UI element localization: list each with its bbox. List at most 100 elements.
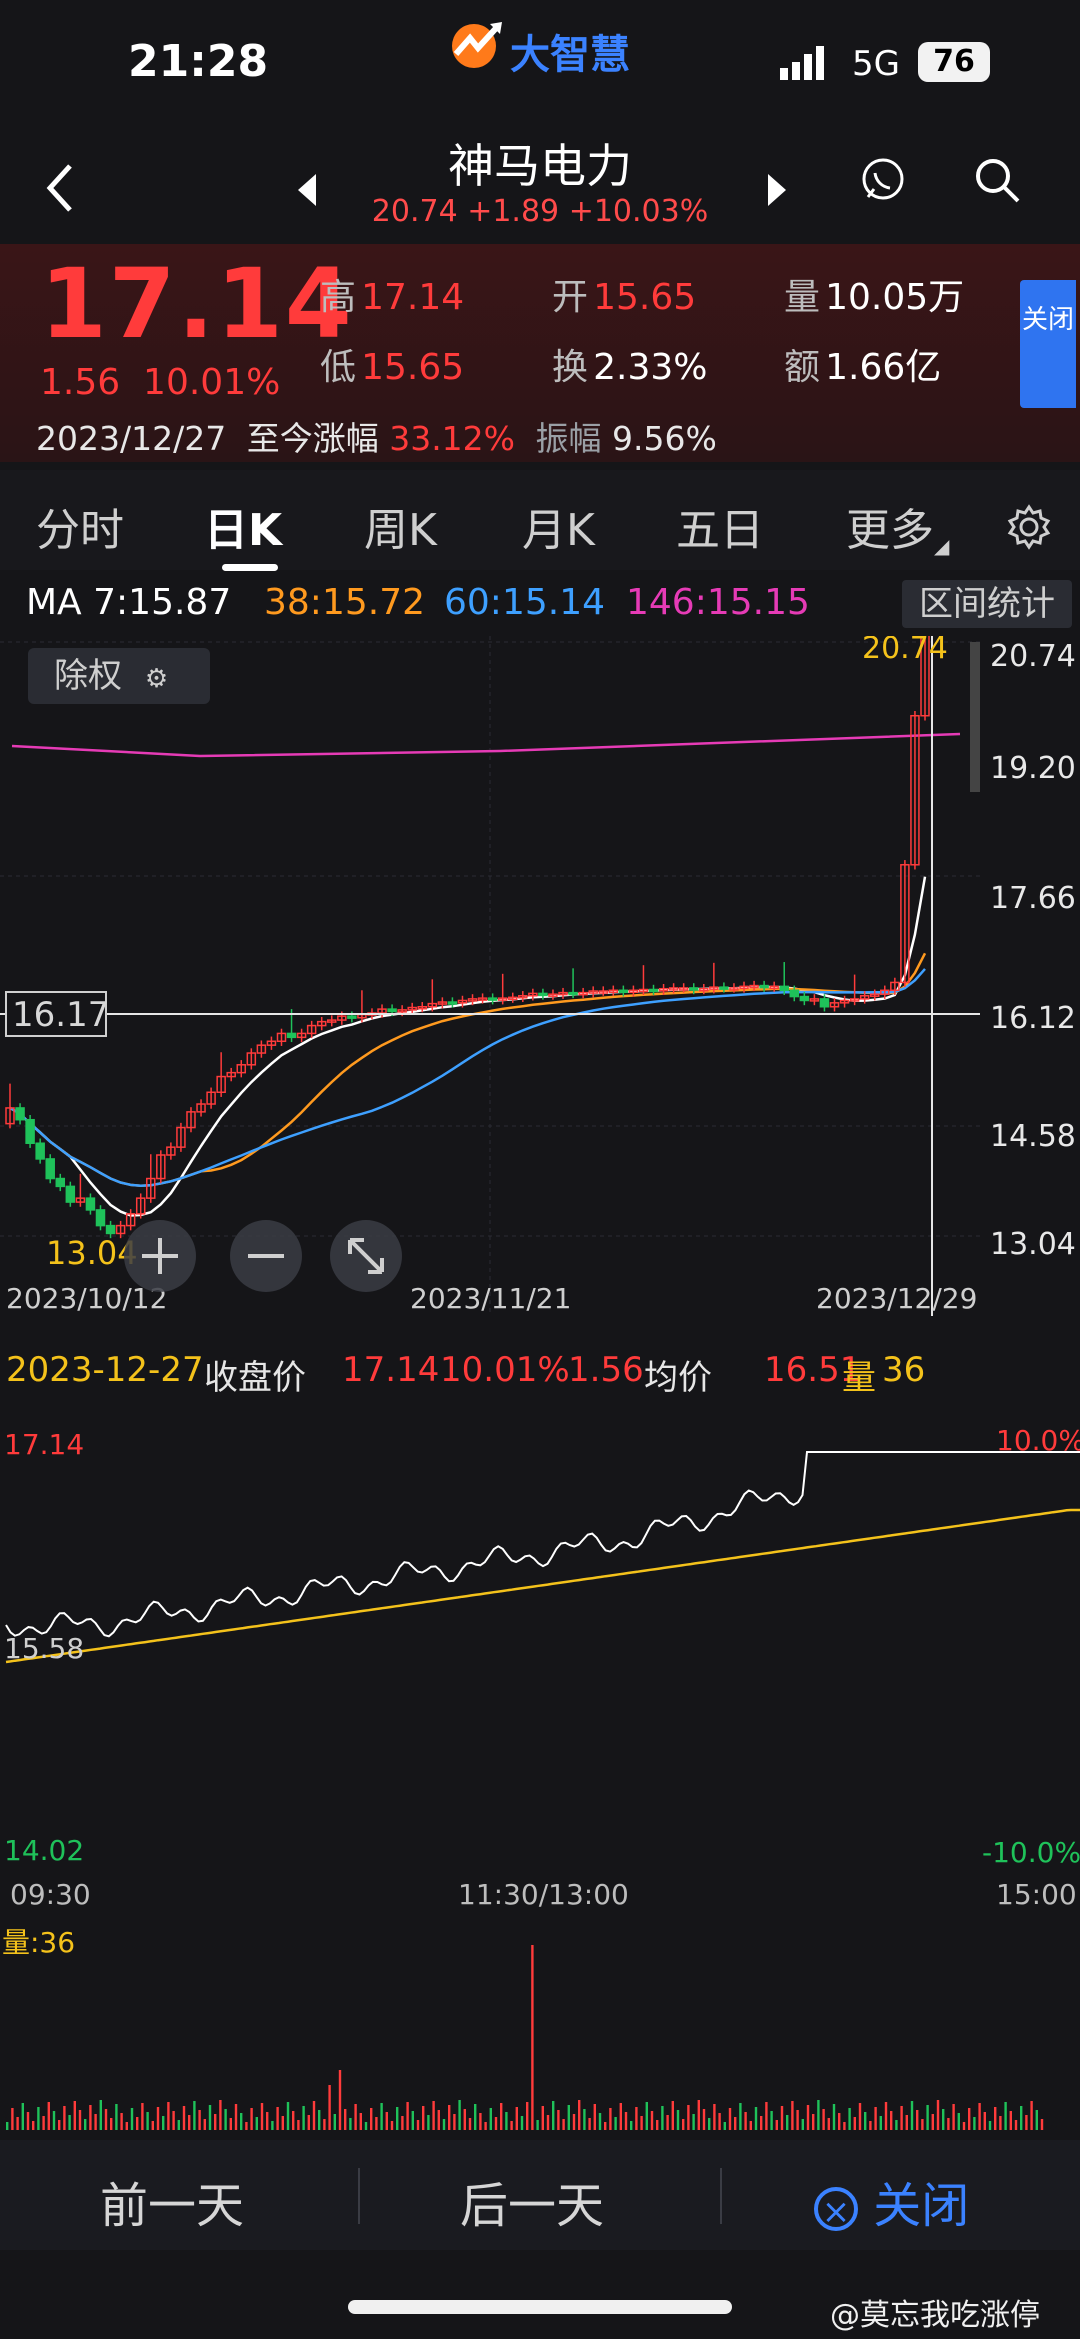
volume-bar <box>307 2115 310 2130</box>
volume-bar <box>437 2110 440 2130</box>
chg-value: 1.56 <box>568 1350 644 1390</box>
ma38-value: 38:15.72 <box>264 582 425 623</box>
candle-body <box>15 1107 25 1121</box>
volume-bar <box>84 2119 87 2130</box>
tab-more[interactable]: 更多◢ <box>846 494 949 558</box>
volume-bar <box>905 2115 908 2130</box>
tab-weekly-k[interactable]: 周K <box>364 494 437 558</box>
quote-panel: 17.14 1.56 10.01% 2023/12/27 至今涨幅 33.12%… <box>0 244 1080 462</box>
last-price: 17.14 <box>40 248 354 360</box>
amount-label: 额 <box>784 347 821 388</box>
amplitude-label: 振幅 <box>535 419 602 458</box>
candle-body <box>105 1224 116 1235</box>
tab-daily-k[interactable]: 日K <box>204 494 282 558</box>
volume-bar <box>468 2118 472 2130</box>
volume-bar <box>21 2103 24 2130</box>
quote-date-row: 2023/12/27 至今涨幅 33.12% 振幅 9.56% <box>36 412 717 460</box>
volume-bar <box>411 2111 414 2130</box>
close-label: 关闭 <box>873 2178 970 2234</box>
volume-bar <box>957 2113 960 2130</box>
volume-bar <box>765 2102 768 2130</box>
low-label: 低 <box>320 347 357 388</box>
volume-bar <box>734 2117 737 2130</box>
share-icon[interactable] <box>858 155 908 205</box>
volume-bar <box>578 2100 581 2130</box>
close-chart-button[interactable]: × 关闭 <box>814 2166 969 2236</box>
kline-chart[interactable]: 16.17 20.74 13.04 20.74 19.20 17.66 16.1… <box>0 636 1080 1316</box>
volume-bar <box>874 2107 877 2130</box>
candle-body <box>286 1032 297 1039</box>
candle-body <box>789 989 800 998</box>
network-type: 5G <box>852 44 900 84</box>
volume-bar <box>718 2113 721 2130</box>
volume-bar <box>775 2120 778 2130</box>
volume-bar <box>754 2107 758 2130</box>
volume-bar <box>1014 2120 1018 2130</box>
prev-day-button[interactable]: 前一天 <box>100 2166 244 2236</box>
volume-bar <box>354 2104 357 2130</box>
volume-bar <box>94 2114 97 2130</box>
volume-bar <box>442 2119 446 2130</box>
volume-bar <box>37 2107 40 2130</box>
candle-body <box>95 1209 106 1227</box>
tab-monthly-k[interactable]: 月K <box>522 494 595 558</box>
volume-label: 量 <box>784 277 821 318</box>
sub-pct: +10.03% <box>568 194 709 229</box>
volume-bar <box>910 2101 914 2130</box>
volume-bar <box>692 2114 695 2130</box>
candle-body <box>618 989 629 994</box>
intraday-chart[interactable]: 17.14 10.0% 15.58 14.02 -10.0% 09:30 11:… <box>0 1400 1080 1960</box>
volume-bar <box>416 2120 420 2130</box>
price-change: 1.56 10.01% <box>40 362 280 403</box>
ex-rights-toggle[interactable]: 除权 ⚙ <box>28 648 210 704</box>
candle-body <box>35 1142 45 1160</box>
intraday-volume-chart <box>6 1945 1044 2130</box>
volume-bar <box>484 2122 487 2130</box>
volume-bar <box>526 2102 529 2130</box>
volume-bar <box>520 2116 524 2130</box>
active-tab-indicator <box>222 564 278 571</box>
volume-bar <box>557 2110 560 2130</box>
volume-bar <box>884 2102 888 2130</box>
next-stock-icon[interactable] <box>764 170 790 210</box>
volume-bar <box>432 2101 435 2130</box>
ma-line <box>11 732 961 758</box>
volume-bar <box>1025 2115 1028 2130</box>
tab-five-day[interactable]: 五日 <box>676 494 764 558</box>
volume-bar <box>666 2115 669 2130</box>
zoom-out-button[interactable] <box>230 1220 302 1292</box>
volume-bar <box>796 2110 799 2130</box>
volume-bar <box>281 2116 284 2130</box>
scrollbar-handle[interactable] <box>970 642 980 792</box>
home-indicator[interactable] <box>348 2300 732 2314</box>
open-field: 开 15.65 <box>552 268 696 320</box>
vol-label: 量 <box>842 1358 876 1398</box>
volume-bar <box>401 2116 404 2130</box>
volume-bar <box>760 2116 763 2130</box>
intraday-avg-line <box>5 1508 1080 1664</box>
range-stat-button[interactable]: 区间统计 <box>902 580 1072 628</box>
ma7-value: MA 7:15.87 <box>26 582 232 623</box>
y-tick: 13.04 <box>990 1227 1076 1262</box>
y-tick: 19.20 <box>990 751 1076 786</box>
gear-icon[interactable] <box>1006 504 1052 550</box>
volume-bar <box>858 2103 862 2130</box>
ex-rights-label: 除权 <box>54 656 122 696</box>
next-day-button[interactable]: 后一天 <box>460 2166 604 2236</box>
volume-bar <box>546 2115 550 2130</box>
fullscreen-button[interactable] <box>330 1220 402 1292</box>
search-icon[interactable] <box>972 155 1022 205</box>
volume-bar <box>266 2112 269 2130</box>
prev-stock-icon[interactable] <box>294 170 320 210</box>
high-field: 高 17.14 <box>320 268 464 320</box>
zoom-in-button[interactable] <box>124 1220 196 1292</box>
volume-bar <box>687 2105 690 2130</box>
volume-bar <box>151 2121 154 2130</box>
tab-intraday[interactable]: 分时 <box>36 494 124 558</box>
close-panel-button[interactable]: 关闭 <box>1020 280 1076 408</box>
volume-bar <box>656 2120 659 2130</box>
divider <box>358 2168 360 2224</box>
volume-bar <box>598 2113 602 2130</box>
volume-bar <box>848 2108 851 2130</box>
volume-bar <box>312 2101 316 2130</box>
